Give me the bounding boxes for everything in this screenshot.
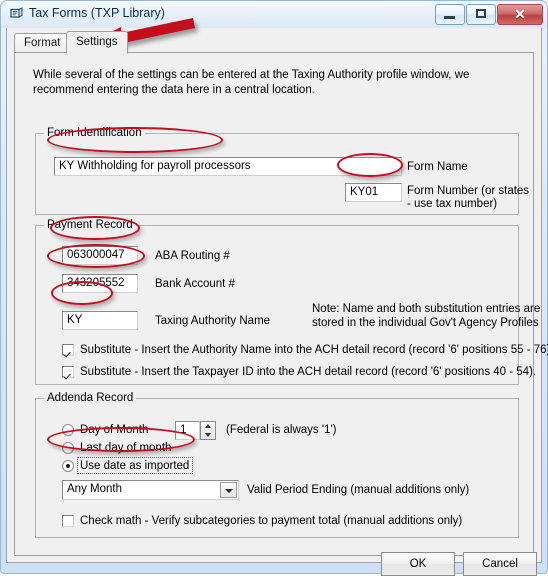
substitute-authority-name-label: Substitute - Insert the Authority Name i…: [80, 344, 548, 356]
window-controls: ✕: [434, 4, 543, 25]
cancel-button[interactable]: Cancel: [463, 552, 537, 576]
taxing-authority-label: Taxing Authority Name: [155, 315, 271, 327]
day-of-month-stepper[interactable]: [200, 421, 216, 440]
maximize-icon: [476, 9, 486, 18]
window-title: Tax Forms (TXP Library): [29, 6, 165, 20]
payment-note-line1: Note: Name and both substitution entries…: [312, 303, 541, 315]
tax-forms-window: Tax Forms (TXP Library) ✕ Format Setting…: [0, 0, 548, 576]
addenda-record-label: Addenda Record: [44, 392, 137, 404]
valid-period-select[interactable]: Any Month: [62, 480, 239, 500]
taxing-authority-input[interactable]: KY: [62, 311, 138, 330]
close-icon: ✕: [514, 6, 526, 22]
substitute-taxpayer-id-label: Substitute - Insert the Taxpayer ID into…: [80, 366, 537, 378]
stepper-up-button[interactable]: [201, 422, 215, 430]
federal-hint-label: (Federal is always '1'): [226, 424, 337, 436]
radio-last-day-of-month-label: Last day of month: [80, 442, 172, 454]
minimize-button[interactable]: [435, 4, 465, 25]
form-number-input[interactable]: KY01: [345, 183, 402, 202]
radio-use-date-as-imported[interactable]: [62, 460, 74, 472]
title-bar: Tax Forms (TXP Library) ✕: [1, 1, 547, 28]
form-identification-label: Form Identification: [44, 127, 145, 139]
tab-format[interactable]: Format: [14, 33, 71, 53]
radio-day-of-month-label: Day of Month: [80, 424, 149, 436]
chevron-up-icon: [205, 424, 211, 428]
check-math-checkbox[interactable]: [62, 515, 74, 527]
aba-routing-label: ABA Routing #: [155, 250, 230, 262]
substitute-taxpayer-id-checkbox[interactable]: [62, 366, 74, 378]
payment-record-label: Payment Record: [44, 219, 136, 231]
chevron-down-icon: [205, 433, 211, 437]
form-name-input[interactable]: KY Withholding for payroll processors: [54, 157, 402, 176]
check-math-label: Check math - Verify subcategories to pay…: [80, 515, 463, 527]
form-name-label: Form Name: [407, 161, 468, 173]
form-window-icon: [10, 7, 24, 20]
bank-account-label: Bank Account #: [155, 278, 235, 290]
dropdown-arrow-icon[interactable]: [220, 482, 237, 498]
client-area: Format Settings While several of the set…: [6, 28, 548, 576]
aba-routing-input[interactable]: 063000047: [62, 246, 138, 265]
radio-last-day-of-month[interactable]: [62, 442, 74, 454]
tab-strip: Format Settings: [14, 31, 534, 54]
valid-period-selected-value: Any Month: [67, 483, 122, 495]
radio-day-of-month[interactable]: [62, 424, 74, 436]
radio-use-date-as-imported-label: Use date as imported: [80, 460, 190, 472]
payment-note-line2: stored in the individual Gov't Agency Pr…: [312, 317, 539, 329]
valid-period-label: Valid Period Ending (manual additions on…: [247, 484, 470, 496]
bank-account-input[interactable]: 343205552: [62, 274, 138, 293]
maximize-button[interactable]: [466, 4, 496, 25]
substitute-authority-name-checkbox[interactable]: [62, 344, 74, 356]
tab-settings[interactable]: Settings: [66, 31, 128, 54]
form-number-label-line1: Form Number (or states: [407, 185, 530, 197]
minimize-icon: [444, 16, 455, 19]
ok-button[interactable]: OK: [381, 552, 455, 576]
stepper-down-button[interactable]: [201, 431, 215, 439]
form-number-label-line2: - use tax number): [407, 198, 498, 210]
intro-text: While several of the settings can be ent…: [33, 69, 470, 96]
close-button[interactable]: ✕: [497, 4, 543, 25]
day-of-month-input[interactable]: 1: [175, 421, 200, 440]
